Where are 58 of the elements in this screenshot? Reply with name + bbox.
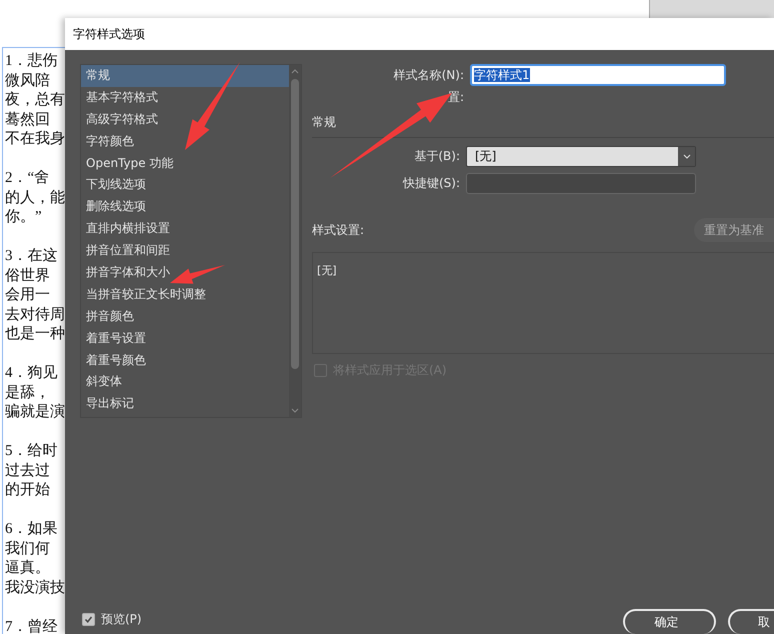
document-text: 过去过 (5, 462, 50, 480)
field-label: 基于(B): (413, 148, 460, 165)
document-text: 5．给时 (5, 442, 58, 461)
settings-summary: [无] (317, 264, 337, 277)
check-icon (84, 615, 93, 624)
document-text: 逼真。 (5, 559, 50, 578)
category-item[interactable]: 字符颜色 (81, 130, 289, 153)
category-item[interactable]: 常规 (81, 65, 289, 87)
category-item[interactable]: 着重号设置 (81, 328, 289, 350)
cancel-button[interactable]: 取 (728, 609, 774, 634)
category-item[interactable]: 拼音字体和大小 (81, 262, 289, 284)
document-text: 我们何 (5, 540, 50, 558)
category-item[interactable]: 着重号颜色 (81, 350, 289, 372)
category-item[interactable]: 直排内横排设置 (81, 218, 289, 240)
document-text: 会用一 (5, 286, 50, 305)
field-label: 样式名称(N): (392, 66, 464, 84)
category-item[interactable]: 当拼音较正文长时调整 (81, 284, 289, 306)
document-text: 不在我身 (5, 130, 65, 149)
scrollbar[interactable] (289, 65, 301, 417)
document-text: 俗世界 (5, 266, 50, 286)
category-item[interactable]: 高级字符格式 (81, 108, 289, 131)
style-name-field[interactable]: 字符样式1 (470, 64, 726, 86)
caret-icon (682, 154, 690, 159)
document-text: 微风陪 (5, 72, 50, 90)
document-text: 3．在这 (5, 247, 58, 266)
document-text: 夜，总有 (5, 91, 65, 110)
annotation-arrow (170, 265, 225, 284)
document-text: 去对待周 (5, 306, 65, 324)
document-text: 是舔， (5, 384, 50, 402)
document-text: 的人，能 (5, 188, 65, 208)
ok-button[interactable]: 确定 (623, 609, 716, 634)
document-text: 我没演技 (5, 578, 65, 598)
shortcut-field[interactable] (466, 173, 696, 194)
category-item[interactable]: 基本字符格式 (81, 86, 289, 109)
document-text: 也是一种 (5, 325, 65, 344)
field-label: 置: (446, 89, 464, 106)
based-on-dropdown[interactable]: [无] (466, 146, 696, 167)
document-text: 1．悲伤 (5, 52, 58, 71)
document-text: 的开始 (5, 481, 50, 500)
window-title: 字符样式选项 (73, 26, 145, 42)
category-item[interactable]: 拼音位置和间距 (81, 240, 289, 262)
category-item[interactable]: 拼音颜色 (81, 306, 289, 328)
document-text: 4．狗见 (5, 364, 58, 383)
category-item[interactable]: 导出标记 (81, 393, 289, 416)
field-label: 样式设置: (312, 222, 366, 238)
document-text: 蓦然回 (5, 110, 50, 130)
preview-checkbox[interactable]: 预览(P) (80, 611, 302, 634)
category-item[interactable]: 下划线选项 (81, 174, 289, 196)
category-item[interactable]: 删除线选项 (81, 196, 289, 218)
category-item[interactable]: OpenType 功能 (81, 152, 289, 174)
document-text: 骗就是演 (5, 403, 65, 422)
document-text: 2．“舍 (5, 169, 50, 188)
category-item[interactable]: 斜变体 (81, 371, 289, 394)
document-text: 7．曾经 (5, 618, 58, 634)
document-text: 你。” (5, 208, 42, 227)
section-heading: 常规 (312, 114, 336, 131)
document-text: 6．如果 (5, 520, 58, 539)
field-label: 快捷键(S): (402, 175, 460, 192)
